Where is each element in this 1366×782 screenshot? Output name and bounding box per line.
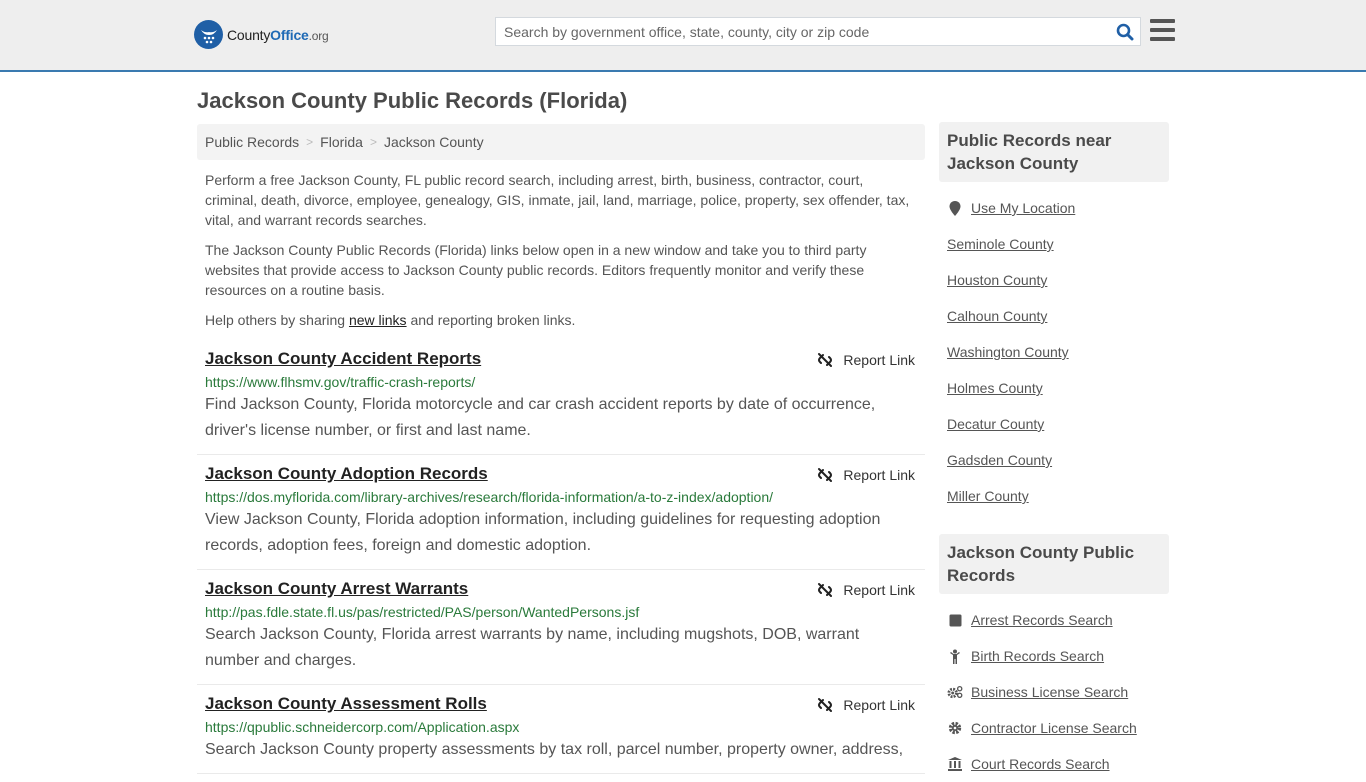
gears-icon xyxy=(947,685,963,699)
search-input[interactable] xyxy=(496,18,1110,45)
breadcrumb-jackson-county[interactable]: Jackson County xyxy=(384,134,484,150)
menu-bar xyxy=(1150,28,1175,32)
site-header: CountyOffice.org xyxy=(0,0,1366,72)
search-button[interactable] xyxy=(1110,18,1140,45)
nearby-county-link[interactable]: Decatur County xyxy=(947,416,1044,432)
report-link-button[interactable]: Report Link xyxy=(817,352,915,368)
nearby-county-link[interactable]: Calhoun County xyxy=(947,308,1047,324)
hamburger-menu-button[interactable] xyxy=(1150,19,1175,41)
nearby-county-item: Decatur County xyxy=(947,406,1161,442)
nearby-county-link[interactable]: Washington County xyxy=(947,344,1069,360)
record-item: Jackson County Arrest Warrants Report Li… xyxy=(197,570,925,685)
nearby-county-item: Washington County xyxy=(947,334,1161,370)
intro-paragraph-3: Help others by sharing new links and rep… xyxy=(205,310,917,330)
broken-link-icon xyxy=(818,468,833,482)
nearby-county-link[interactable]: Seminole County xyxy=(947,236,1054,252)
breadcrumb-separator: > xyxy=(369,135,377,149)
record-description: Search Jackson County property assessmen… xyxy=(205,741,904,758)
business-license-search-link[interactable]: Business License Search xyxy=(971,684,1128,700)
nearby-county-item: Holmes County xyxy=(947,370,1161,406)
sidebar: Public Records near Jackson County Use M… xyxy=(939,122,1169,782)
county-record-item: Court Records Search xyxy=(947,746,1161,782)
nearby-counties-list: Use My Location Seminole County Houston … xyxy=(939,182,1169,514)
nearby-county-link[interactable]: Houston County xyxy=(947,272,1047,288)
main-content: Public Records > Florida > Jackson Count… xyxy=(197,124,925,774)
nearby-records-heading: Public Records near Jackson County xyxy=(939,122,1169,182)
county-record-item: Business License Search xyxy=(947,674,1161,710)
site-logo[interactable]: CountyOffice.org xyxy=(194,20,329,49)
broken-link-icon xyxy=(818,583,833,597)
nearby-county-link[interactable]: Holmes County xyxy=(947,380,1043,396)
intro-paragraph-1: Perform a free Jackson County, FL public… xyxy=(205,172,910,228)
intro-text-after: and reporting broken links. xyxy=(406,312,576,328)
intro-text-before: Help others by sharing xyxy=(205,312,349,328)
county-record-item: Arrest Records Search xyxy=(947,602,1161,638)
broken-link-icon xyxy=(818,353,833,367)
eagle-stars-icon xyxy=(194,20,223,49)
logo-org: .org xyxy=(308,28,329,43)
county-records-list: Arrest Records Search Birth Records Sear… xyxy=(939,594,1169,782)
record-description: Find Jackson County, Florida motorcycle … xyxy=(205,396,876,439)
record-title-link[interactable]: Jackson County Assessment Rolls xyxy=(205,693,487,715)
record-url[interactable]: https://dos.myflorida.com/library-archiv… xyxy=(205,487,917,507)
report-link-button[interactable]: Report Link xyxy=(817,697,915,713)
menu-bar xyxy=(1150,37,1175,41)
court-records-search-link[interactable]: Court Records Search xyxy=(971,756,1110,772)
county-records-heading: Jackson County Public Records xyxy=(939,534,1169,594)
record-item: Jackson County Adoption Records Report L… xyxy=(197,455,925,570)
nearby-county-item: Seminole County xyxy=(947,226,1161,262)
record-url[interactable]: http://pas.fdle.state.fl.us/pas/restrict… xyxy=(205,602,917,622)
record-title-link[interactable]: Jackson County Accident Reports xyxy=(205,348,481,370)
record-title-link[interactable]: Jackson County Adoption Records xyxy=(205,463,488,485)
arrest-records-search-link[interactable]: Arrest Records Search xyxy=(971,612,1113,628)
square-icon xyxy=(947,614,963,627)
page-title: Jackson County Public Records (Florida) xyxy=(197,88,628,113)
report-link-label: Report Link xyxy=(843,467,915,483)
record-title-link[interactable]: Jackson County Arrest Warrants xyxy=(205,578,468,600)
use-my-location-link[interactable]: Use My Location xyxy=(971,200,1075,216)
breadcrumb: Public Records > Florida > Jackson Count… xyxy=(197,124,925,160)
logo-office: Office xyxy=(270,26,309,43)
records-list: Jackson County Accident Reports Report L… xyxy=(197,340,925,774)
county-record-item: Birth Records Search xyxy=(947,638,1161,674)
report-link-label: Report Link xyxy=(843,352,915,368)
contractor-license-search-link[interactable]: Contractor License Search xyxy=(971,720,1137,736)
new-links-link[interactable]: new links xyxy=(349,312,407,328)
nearby-county-item: Calhoun County xyxy=(947,298,1161,334)
record-item: Jackson County Assessment Rolls Report L… xyxy=(197,685,925,774)
report-link-label: Report Link xyxy=(843,697,915,713)
gear-icon xyxy=(947,721,963,735)
record-item: Jackson County Accident Reports Report L… xyxy=(197,340,925,455)
county-record-item: Contractor License Search xyxy=(947,710,1161,746)
record-url[interactable]: https://www.flhsmv.gov/traffic-crash-rep… xyxy=(205,372,917,392)
report-link-button[interactable]: Report Link xyxy=(817,582,915,598)
search-bar xyxy=(495,17,1141,46)
intro-text: Perform a free Jackson County, FL public… xyxy=(197,170,925,330)
record-url[interactable]: https://qpublic.schneidercorp.com/Applic… xyxy=(205,717,917,737)
broken-link-icon xyxy=(818,698,833,712)
logo-county: County xyxy=(227,26,271,43)
birth-records-search-link[interactable]: Birth Records Search xyxy=(971,648,1104,664)
map-marker-icon xyxy=(947,200,963,216)
intro-paragraph-2: The Jackson County Public Records (Flori… xyxy=(205,242,867,298)
nearby-county-link[interactable]: Gadsden County xyxy=(947,452,1052,468)
search-icon xyxy=(1116,23,1134,40)
nearby-county-link[interactable]: Miller County xyxy=(947,488,1029,504)
record-description: View Jackson County, Florida adoption in… xyxy=(205,511,881,554)
logo-text: CountyOffice.org xyxy=(227,27,329,43)
nearby-county-item: Gadsden County xyxy=(947,442,1161,478)
breadcrumb-public-records[interactable]: Public Records xyxy=(205,134,299,150)
nearby-county-item: Miller County xyxy=(947,478,1161,514)
menu-bar xyxy=(1150,19,1175,23)
use-my-location-item: Use My Location xyxy=(947,190,1161,226)
report-link-label: Report Link xyxy=(843,582,915,598)
breadcrumb-separator: > xyxy=(306,135,314,149)
child-icon xyxy=(947,649,963,664)
record-description: Search Jackson County, Florida arrest wa… xyxy=(205,626,860,669)
nearby-county-item: Houston County xyxy=(947,262,1161,298)
report-link-button[interactable]: Report Link xyxy=(817,467,915,483)
breadcrumb-florida[interactable]: Florida xyxy=(320,134,363,150)
courthouse-icon xyxy=(947,757,963,771)
